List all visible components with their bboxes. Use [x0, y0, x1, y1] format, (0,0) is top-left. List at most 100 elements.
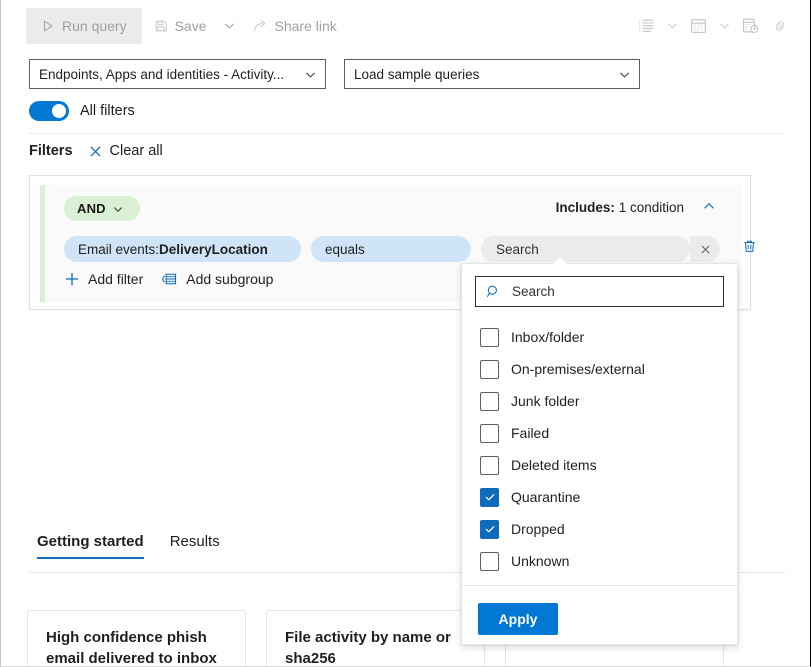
- checkbox[interactable]: [480, 520, 499, 539]
- includes-prefix: Includes:: [556, 200, 615, 215]
- share-link-label: Share link: [275, 18, 337, 34]
- checkbox[interactable]: [480, 456, 499, 475]
- checkbox[interactable]: [480, 392, 499, 411]
- checkbox[interactable]: [480, 424, 499, 443]
- dropdown-search-box[interactable]: [475, 276, 724, 307]
- numbered-list-icon[interactable]: [631, 8, 661, 44]
- all-filters-toggle[interactable]: [29, 101, 69, 121]
- dropdown-option[interactable]: Deleted items: [462, 449, 737, 481]
- all-filters-label: All filters: [80, 103, 135, 119]
- dropdown-option[interactable]: Dropped: [462, 513, 737, 545]
- clear-all-label: Clear all: [110, 143, 163, 159]
- add-subgroup-icon: [161, 271, 178, 287]
- checkbox[interactable]: [480, 488, 499, 507]
- schema-select-value: Endpoints, Apps and identities - Activit…: [39, 67, 298, 82]
- sample-card[interactable]: High confidence phish email delivered to…: [27, 610, 246, 667]
- tab-getting-started[interactable]: Getting started: [37, 533, 144, 559]
- dropdown-option-label: Failed: [511, 425, 549, 441]
- group-operator-chip[interactable]: AND: [64, 196, 140, 221]
- dropdown-divider: [462, 585, 737, 586]
- condition-value-placeholder: Search: [496, 242, 539, 257]
- dropdown-option[interactable]: Junk folder: [462, 385, 737, 417]
- condition-operator-label: equals: [325, 242, 365, 257]
- chevron-down-icon: [298, 68, 317, 81]
- link-icon[interactable]: [765, 8, 795, 44]
- chevron-down-icon: [612, 68, 631, 81]
- close-icon: [88, 144, 103, 159]
- dropdown-option[interactable]: Unknown: [462, 545, 737, 577]
- run-query-label: Run query: [62, 18, 127, 34]
- save-label: Save: [175, 18, 207, 34]
- run-query-button[interactable]: Run query: [26, 8, 142, 44]
- condition-operator-chip[interactable]: equals: [311, 236, 471, 262]
- dropdown-option-label: Deleted items: [511, 457, 597, 473]
- toolbar-right-group: [631, 8, 795, 44]
- checkbox[interactable]: [480, 328, 499, 347]
- add-filter-button[interactable]: Add filter: [64, 271, 143, 287]
- calendar-icon[interactable]: [683, 8, 713, 44]
- plus-icon: [64, 271, 80, 287]
- dropdown-option[interactable]: Inbox/folder: [462, 321, 737, 353]
- checkbox[interactable]: [480, 552, 499, 571]
- search-icon: [486, 284, 501, 299]
- save-chevron-down-icon[interactable]: [219, 8, 241, 44]
- chevron-up-icon: [702, 199, 716, 218]
- add-subgroup-button[interactable]: Add subgroup: [161, 271, 273, 287]
- trash-icon: [742, 239, 757, 259]
- dropdown-option-label: Unknown: [511, 553, 569, 569]
- clear-value-icon[interactable]: [690, 236, 720, 262]
- all-filters-toggle-row: All filters: [29, 101, 135, 121]
- calendar-chevron-down-icon[interactable]: [713, 8, 735, 44]
- save-disk-icon: [154, 19, 168, 33]
- calendar-clock-icon[interactable]: [735, 8, 765, 44]
- share-link-button[interactable]: Share link: [241, 8, 349, 44]
- dropdown-option-label: Junk folder: [511, 393, 579, 409]
- save-button[interactable]: Save: [142, 8, 219, 44]
- add-subgroup-label: Add subgroup: [186, 271, 273, 287]
- collapse-group-button[interactable]: [699, 198, 719, 218]
- dropdown-beak: [552, 255, 568, 264]
- dropdown-option[interactable]: On-premises/external: [462, 353, 737, 385]
- clear-all-button[interactable]: Clear all: [88, 143, 163, 159]
- delete-condition-button[interactable]: [736, 236, 762, 262]
- condition-field-name: DeliveryLocation: [159, 242, 268, 257]
- list-chevron-down-icon[interactable]: [661, 8, 683, 44]
- hunting-query-page: Run query Save Share link: [0, 0, 811, 667]
- apply-button[interactable]: Apply: [478, 603, 558, 635]
- sample-card[interactable]: File activity by name or sha256: [266, 610, 485, 667]
- checkbox[interactable]: [480, 360, 499, 379]
- dropdown-search-wrap: [462, 264, 737, 318]
- dropdown-option-list: Inbox/folder On-premises/external Junk f…: [462, 318, 737, 577]
- dropdown-option-label: Dropped: [511, 521, 565, 537]
- add-filter-label: Add filter: [88, 271, 143, 287]
- add-actions-row: Add filter Add subgroup: [64, 271, 273, 287]
- toggle-knob: [52, 104, 66, 118]
- tab-results[interactable]: Results: [170, 533, 220, 559]
- dropdown-search-input[interactable]: [510, 283, 713, 300]
- play-icon: [41, 19, 55, 33]
- includes-summary: Includes: 1 condition: [556, 200, 684, 215]
- query-selects-row: Endpoints, Apps and identities - Activit…: [29, 59, 640, 89]
- load-sample-queries-value: Load sample queries: [354, 67, 612, 82]
- delivery-location-dropdown: Inbox/folder On-premises/external Junk f…: [461, 263, 738, 645]
- dropdown-option-label: Quarantine: [511, 489, 580, 505]
- load-sample-queries-select[interactable]: Load sample queries: [344, 59, 640, 89]
- bottom-tabs: Getting started Results: [37, 533, 220, 559]
- divider: [29, 133, 785, 134]
- chevron-down-icon: [112, 203, 124, 215]
- dropdown-option-label: Inbox/folder: [511, 329, 584, 345]
- share-icon: [253, 18, 268, 33]
- group-operator-label: AND: [77, 201, 106, 216]
- schema-select[interactable]: Endpoints, Apps and identities - Activit…: [29, 59, 326, 89]
- dropdown-option[interactable]: Quarantine: [462, 481, 737, 513]
- filter-condition-row: Email events: DeliveryLocation equals Se…: [64, 236, 762, 262]
- filters-header: Filters Clear all: [29, 143, 163, 159]
- filters-title: Filters: [29, 143, 73, 159]
- condition-field-prefix: Email events:: [78, 242, 159, 257]
- condition-value-input[interactable]: Search: [481, 236, 690, 262]
- includes-value: 1 condition: [619, 200, 684, 215]
- dropdown-option-label: On-premises/external: [511, 361, 645, 377]
- condition-field-chip[interactable]: Email events: DeliveryLocation: [64, 236, 301, 262]
- dropdown-option[interactable]: Failed: [462, 417, 737, 449]
- toolbar: Run query Save Share link: [2, 0, 809, 51]
